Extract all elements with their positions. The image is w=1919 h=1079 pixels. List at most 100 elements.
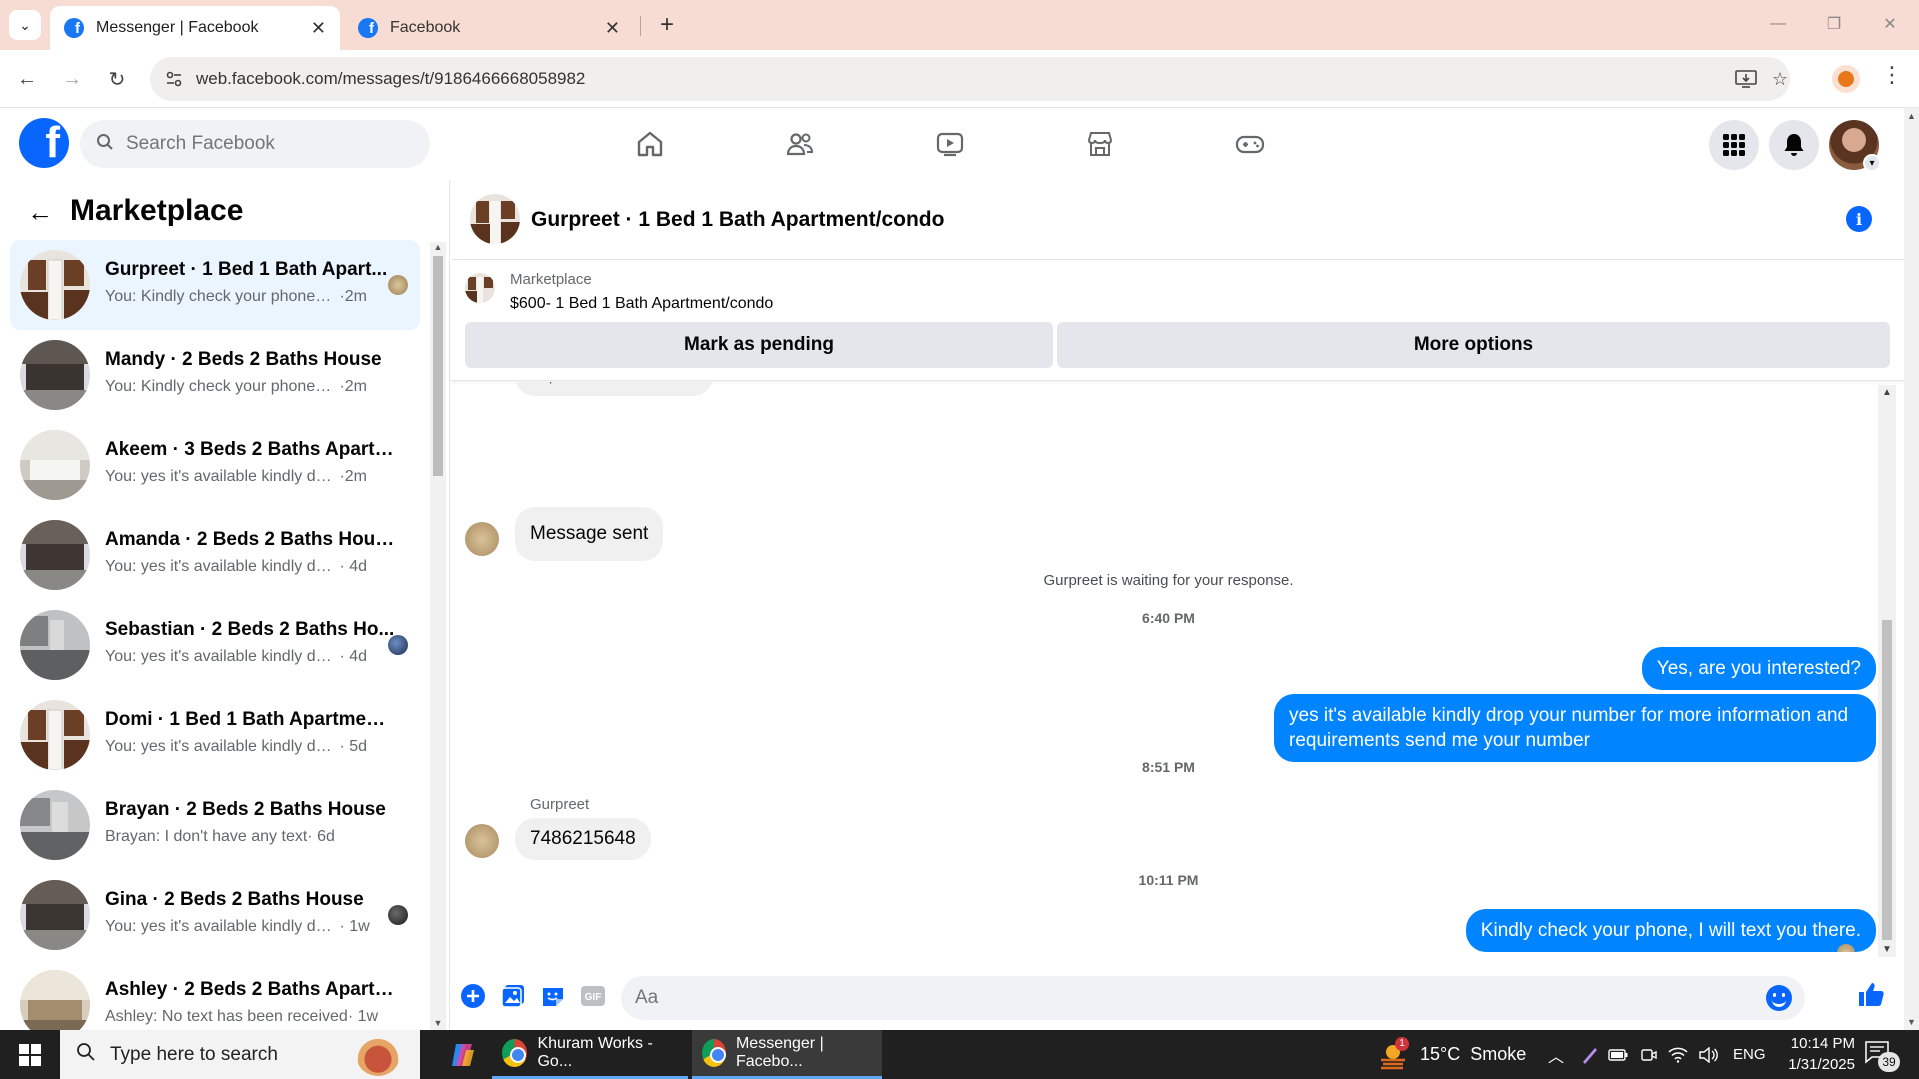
taskbar-clock[interactable]: 10:14 PM 1/31/2025 <box>1765 1033 1855 1075</box>
site-settings-icon[interactable] <box>164 69 184 89</box>
gif-icon[interactable]: GIF <box>579 982 607 1010</box>
scrollbar-thumb[interactable] <box>1882 620 1892 940</box>
close-tab-icon[interactable]: ✕ <box>311 18 326 39</box>
sidebar-title: Marketplace <box>70 194 244 227</box>
conversation-preview: You: yes it's available kindly drop y...… <box>105 738 395 756</box>
weather-widget[interactable]: 1 15°C Smoke <box>1378 1030 1526 1079</box>
taskbar-app-chrome-messenger[interactable]: Messenger | Facebo... <box>692 1030 882 1079</box>
tab-facebook[interactable]: f Facebook ✕ <box>344 6 634 50</box>
forward-button[interactable]: → <box>55 62 89 96</box>
scroll-down-arrow-icon[interactable]: ▼ <box>1904 1017 1919 1027</box>
taskbar-app-chrome-khuram[interactable]: Khuram Works - Go... <box>492 1030 688 1079</box>
new-tab-button[interactable]: + <box>652 10 682 40</box>
chat-listing-avatar[interactable] <box>470 194 520 244</box>
search-input[interactable] <box>126 133 366 155</box>
sender-name: Gurpreet <box>530 796 590 813</box>
back-arrow-icon[interactable]: ← <box>24 196 56 228</box>
message-bubble[interactable]: 7486215648 <box>515 818 651 860</box>
copilot-icon[interactable] <box>438 1030 488 1079</box>
tab-messenger[interactable]: f Messenger | Facebook ✕ <box>50 6 340 50</box>
preview-text: You: Kindly check your phone, I... <box>105 288 335 305</box>
battery-icon[interactable] <box>1608 1030 1628 1079</box>
start-windows-icon[interactable] <box>0 1030 60 1079</box>
conversation-item[interactable]: Mandy · 2 Beds 2 Baths House You: Kindly… <box>10 330 420 420</box>
scroll-up-arrow-icon[interactable]: ▲ <box>1904 111 1919 121</box>
conversation-item[interactable]: Akeem · 3 Beds 2 Baths Apartm... You: ye… <box>10 420 420 510</box>
listing-thumbnail <box>20 610 90 680</box>
preview-time: · 1w <box>347 1008 379 1025</box>
message-input[interactable] <box>621 976 1805 1020</box>
video-nav-icon[interactable] <box>920 122 980 166</box>
taskbar-search[interactable]: Type here to search <box>60 1030 420 1079</box>
facebook-favicon-icon: f <box>64 18 84 38</box>
reload-button[interactable]: ↻ <box>100 62 134 96</box>
input-language[interactable]: ENG <box>1733 1030 1766 1079</box>
notifications-bell-icon[interactable] <box>1769 120 1819 170</box>
conversation-item[interactable]: Ashley · 2 Beds 2 Baths Apartm... Ashley… <box>10 960 420 1030</box>
browser-toolbar: ← → ↻ web.facebook.com/messages/t/918646… <box>0 50 1919 108</box>
menu-grid-icon[interactable] <box>1709 120 1759 170</box>
scrollbar-thumb[interactable] <box>433 256 443 476</box>
close-tab-icon[interactable]: ✕ <box>605 18 620 39</box>
restore-button[interactable]: ❐ <box>1814 8 1854 40</box>
message-bubble[interactable]: Message sent <box>515 507 664 561</box>
scroll-up-arrow-icon[interactable]: ▲ <box>430 242 446 256</box>
message-bubble-out[interactable]: Kindly check your phone, I will text you… <box>1465 909 1876 952</box>
close-window-button[interactable]: ✕ <box>1870 8 1910 40</box>
facebook-logo-icon[interactable]: f <box>19 118 69 168</box>
listing-mini-thumbnail[interactable] <box>465 273 495 303</box>
scroll-down-arrow-icon[interactable]: ▼ <box>1878 944 1896 955</box>
show-hidden-icons-chevron-icon[interactable]: ︿ <box>1548 1030 1564 1079</box>
wifi-icon[interactable] <box>1668 1030 1688 1079</box>
message-bubble-out[interactable]: Yes, are you interested? <box>1641 647 1876 690</box>
thumbs-up-icon[interactable] <box>1857 980 1885 1008</box>
preview-text: You: yes it's available kindly dro... <box>105 918 335 935</box>
home-nav-icon[interactable] <box>620 122 680 166</box>
browser-profile-avatar[interactable] <box>1832 65 1860 93</box>
listing-title[interactable]: $600- 1 Bed 1 Bath Apartment/condo <box>510 295 773 313</box>
gaming-nav-icon[interactable] <box>1220 122 1280 166</box>
conversation-item[interactable]: Sebastian · 2 Beds 2 Baths Ho... You: ye… <box>10 600 420 690</box>
conversation-item[interactable]: Gina · 2 Beds 2 Baths House You: yes it'… <box>10 870 420 960</box>
scroll-up-arrow-icon[interactable]: ▲ <box>1878 387 1896 398</box>
conversation-item[interactable]: Amanda · 2 Beds 2 Baths House You: yes i… <box>10 510 420 600</box>
timestamp: 6:40 PM <box>1142 610 1195 626</box>
friends-nav-icon[interactable] <box>770 122 830 166</box>
chevron-down-icon: ▾ <box>1863 154 1881 172</box>
speaker-volume-icon[interactable] <box>1698 1030 1718 1079</box>
url-text[interactable]: web.facebook.com/messages/t/918646666805… <box>196 69 585 89</box>
page-scrollbar[interactable]: ▲ ▼ <box>1904 108 1919 1030</box>
scroll-down-arrow-icon[interactable]: ▼ <box>430 1018 446 1030</box>
message-bubble-out[interactable]: yes it's available kindly drop your numb… <box>1274 694 1876 762</box>
preview-time: · 4d <box>339 558 368 575</box>
sidebar-scrollbar[interactable]: ▲ ▼ <box>430 242 446 1030</box>
search-icon <box>96 133 114 156</box>
mark-as-pending-button[interactable]: Mark as pending <box>465 322 1053 368</box>
info-icon[interactable]: i <box>1846 206 1872 232</box>
browser-menu-icon[interactable]: ⋮ <box>1880 62 1904 96</box>
address-bar[interactable]: web.facebook.com/messages/t/918646666805… <box>150 57 1790 101</box>
back-button[interactable]: ← <box>10 62 44 96</box>
conversation-item[interactable]: Gurpreet · 1 Bed 1 Bath Apart... You: Ki… <box>10 240 420 330</box>
meet-now-icon[interactable] <box>1640 1030 1658 1079</box>
add-plus-icon[interactable] <box>459 982 487 1010</box>
pen-icon[interactable] <box>1580 1030 1600 1079</box>
bookmark-star-icon[interactable]: ☆ <box>1768 67 1792 91</box>
account-avatar[interactable]: ▾ <box>1829 120 1881 172</box>
conversation-item[interactable]: Brayan · 2 Beds 2 Baths House Brayan: I … <box>10 780 420 870</box>
chat-title[interactable]: Gurpreet · 1 Bed 1 Bath Apartment/condo <box>531 208 944 232</box>
chat-scrollbar[interactable]: ▲ ▼ <box>1878 385 1896 957</box>
more-options-button[interactable]: More options <box>1057 322 1890 368</box>
conversation-preview: You: yes it's available kindly drop y...… <box>105 558 395 576</box>
gif-label: GIF <box>585 992 602 1003</box>
conversation-preview: Ashley: No text has been received· 1w <box>105 1008 395 1026</box>
install-app-icon[interactable] <box>1734 67 1758 91</box>
tab-search-button[interactable]: ⌄ <box>9 10 41 40</box>
photo-attach-icon[interactable] <box>499 982 527 1010</box>
minimize-button[interactable]: — <box>1758 8 1798 40</box>
emoji-icon[interactable] <box>1766 985 1792 1011</box>
marketplace-nav-icon[interactable] <box>1070 122 1130 166</box>
sticker-icon[interactable] <box>539 982 567 1010</box>
conversation-item[interactable]: Domi · 1 Bed 1 Bath Apartment/... You: y… <box>10 690 420 780</box>
facebook-search[interactable] <box>80 120 430 168</box>
